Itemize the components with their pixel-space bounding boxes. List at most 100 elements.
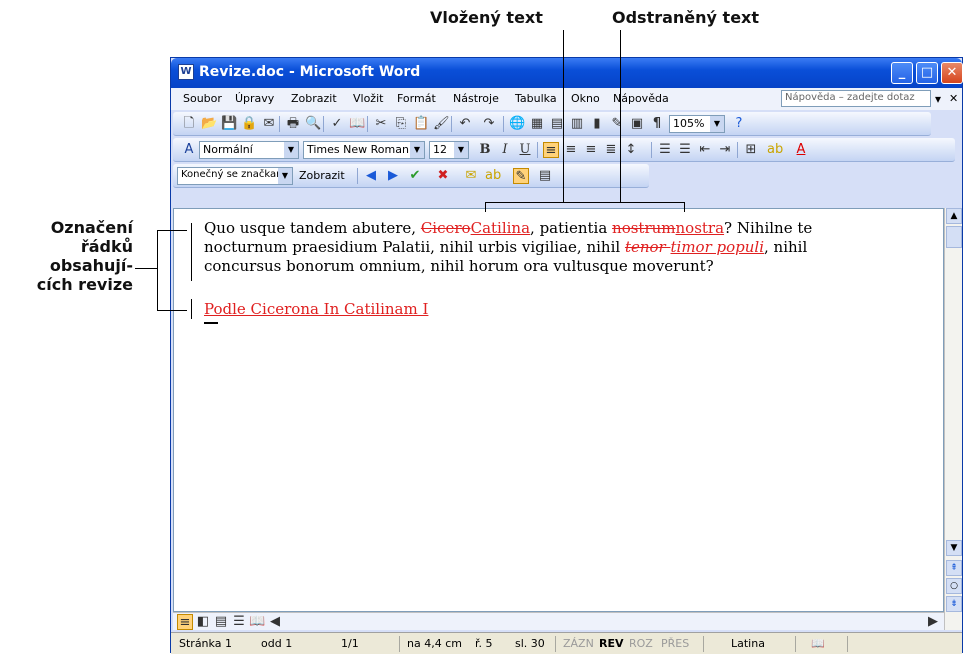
bold-icon[interactable]: B <box>477 142 493 158</box>
align-right-icon[interactable]: ≡ <box>583 142 599 158</box>
status-column: sl. 30 <box>515 637 545 650</box>
help-search-input[interactable]: Nápověda – zadejte dotaz <box>781 90 931 107</box>
show-markup-menu[interactable]: Zobrazit <box>299 169 345 182</box>
print-layout-icon[interactable]: ▤ <box>213 614 229 630</box>
highlight-icon[interactable]: ab <box>767 142 783 158</box>
hyperlink-icon[interactable]: 🌐 <box>509 116 525 132</box>
print-preview-icon[interactable]: 🔍 <box>305 116 321 132</box>
status-track-changes[interactable]: REV <box>599 637 624 650</box>
align-left-icon[interactable]: ≡ <box>543 142 559 158</box>
previous-page-icon[interactable]: ⇞ <box>946 560 962 576</box>
menu-bar: Soubor Úpravy Zobrazit Vložit Formát Nás… <box>171 88 962 110</box>
drawing-icon[interactable]: ✎ <box>609 116 625 132</box>
next-page-icon[interactable]: ⇟ <box>946 596 962 612</box>
chevron-down-icon: ▼ <box>278 168 292 184</box>
format-painter-icon[interactable]: 🖌 <box>433 116 450 132</box>
undo-icon[interactable]: ↶ <box>457 116 473 132</box>
browse-object-icon[interactable]: ○ <box>946 578 962 594</box>
close-doc-icon[interactable]: ✕ <box>949 92 958 105</box>
status-record[interactable]: ZÁZN <box>563 637 594 650</box>
help-icon[interactable]: ? <box>731 116 747 132</box>
columns-icon[interactable]: ▮ <box>589 116 605 132</box>
save-icon[interactable]: 💾 <box>221 116 237 132</box>
line-spacing-icon[interactable]: ↕ <box>623 142 639 158</box>
font-select[interactable]: Times New Roman ▼ <box>303 141 425 159</box>
font-size-value: 12 <box>433 143 447 156</box>
new-comment-icon[interactable]: ✉ <box>463 168 479 184</box>
email-icon[interactable]: ✉ <box>261 116 277 132</box>
menu-nastroje[interactable]: Nástroje <box>453 92 499 105</box>
redo-icon[interactable]: ↷ <box>481 116 497 132</box>
scroll-left-icon[interactable]: ◀ <box>267 614 283 630</box>
callout-deleted-text: Odstraněný text <box>612 8 760 27</box>
tables-borders-icon[interactable]: ▦ <box>529 116 545 132</box>
decrease-indent-icon[interactable]: ⇤ <box>697 142 713 158</box>
font-size-select[interactable]: 12 ▼ <box>429 141 469 159</box>
menu-okno[interactable]: Okno <box>571 92 600 105</box>
bullets-icon[interactable]: ☰ <box>677 142 693 158</box>
increase-indent-icon[interactable]: ⇥ <box>717 142 733 158</box>
permission-icon[interactable]: 🔒 <box>241 116 257 132</box>
menu-zobrazit[interactable]: Zobrazit <box>291 92 337 105</box>
numbering-icon[interactable]: ☰ <box>657 142 673 158</box>
markup-display-select[interactable]: Konečný se značkami ▼ <box>177 167 293 185</box>
styles-icon[interactable]: A <box>181 142 197 158</box>
vertical-scrollbar[interactable]: ▲ ▼ ⇞ ○ ⇟ <box>944 208 962 630</box>
spelling-icon[interactable]: ✓ <box>329 116 345 132</box>
next-change-icon[interactable]: ▶ <box>385 168 401 184</box>
previous-change-icon[interactable]: ◀ <box>363 168 379 184</box>
open-folder-icon[interactable]: 📂 <box>201 116 217 132</box>
style-select[interactable]: Normální ▼ <box>199 141 299 159</box>
underline-icon[interactable]: U <box>517 142 533 158</box>
justify-icon[interactable]: ≣ <box>603 142 619 158</box>
help-dropdown-icon[interactable]: ▾ <box>935 92 941 106</box>
web-layout-icon[interactable]: ◧ <box>195 614 211 630</box>
menu-napoveda[interactable]: Nápověda <box>613 92 669 105</box>
italic-icon[interactable]: I <box>497 142 513 158</box>
insert-excel-icon[interactable]: ▥ <box>569 116 585 132</box>
text-run: , nihil <box>764 238 808 256</box>
normal-view-icon[interactable]: ≡ <box>177 614 193 630</box>
scroll-right-icon[interactable]: ▶ <box>925 614 941 630</box>
text-run: ? Nihilne te <box>724 219 813 237</box>
scroll-down-icon[interactable]: ▼ <box>946 540 962 556</box>
outline-view-icon[interactable]: ☰ <box>231 614 247 630</box>
title-bar: W Revize.doc - Microsoft Word _ □ ✕ <box>171 58 963 88</box>
copy-icon[interactable]: ⎘ <box>393 116 409 132</box>
document-map-icon[interactable]: ▣ <box>629 116 645 132</box>
print-icon[interactable]: 🖶 <box>285 116 301 132</box>
reviewing-pane-icon[interactable]: ▤ <box>537 168 553 184</box>
word-doc-icon: W <box>178 64 194 80</box>
new-document-icon[interactable]: 🗋 <box>181 116 197 132</box>
borders-icon[interactable]: ⊞ <box>743 142 759 158</box>
align-center-icon[interactable]: ≡ <box>563 142 579 158</box>
text-run: , patientia <box>530 219 613 237</box>
menu-format[interactable]: Formát <box>397 92 436 105</box>
reading-layout-icon[interactable]: 📖 <box>249 614 265 630</box>
cut-icon[interactable]: ✂ <box>373 116 389 132</box>
reject-change-icon[interactable]: ✖ <box>435 168 451 184</box>
font-color-icon[interactable]: A <box>793 142 809 158</box>
scroll-thumb[interactable] <box>946 226 962 248</box>
revision-bar <box>191 223 192 281</box>
minimize-button[interactable]: _ <box>891 62 913 84</box>
track-changes-icon[interactable]: ✎ <box>513 168 529 184</box>
document-area[interactable]: Quo usque tandem abutere, CiceroCatilina… <box>173 208 944 612</box>
spelling-status-icon[interactable]: 📖 <box>811 637 825 650</box>
accept-change-icon[interactable]: ✔ <box>407 168 423 184</box>
close-button[interactable]: ✕ <box>941 62 963 84</box>
menu-vlozit[interactable]: Vložit <box>353 92 383 105</box>
scroll-up-icon[interactable]: ▲ <box>946 208 962 224</box>
show-hide-icon[interactable]: ¶ <box>649 116 665 132</box>
status-extend[interactable]: ROZ <box>629 637 653 650</box>
zoom-select[interactable]: 105% ▼ <box>669 115 725 133</box>
standard-toolbar: 🗋 📂 💾 🔒 ✉ 🖶 🔍 ✓ 📖 ✂ ⎘ 📋 🖌 ↶ ↷ 🌐 ▦ ▤ ▥ ▮ … <box>173 112 931 136</box>
menu-tabulka[interactable]: Tabulka <box>515 92 557 105</box>
menu-upravy[interactable]: Úpravy <box>235 92 274 105</box>
maximize-button[interactable]: □ <box>916 62 938 84</box>
paste-icon[interactable]: 📋 <box>413 116 429 132</box>
highlight-review-icon[interactable]: ab <box>485 168 501 184</box>
menu-soubor[interactable]: Soubor <box>183 92 222 105</box>
research-icon[interactable]: 📖 <box>349 116 365 132</box>
status-overtype[interactable]: PŘES <box>661 637 689 650</box>
